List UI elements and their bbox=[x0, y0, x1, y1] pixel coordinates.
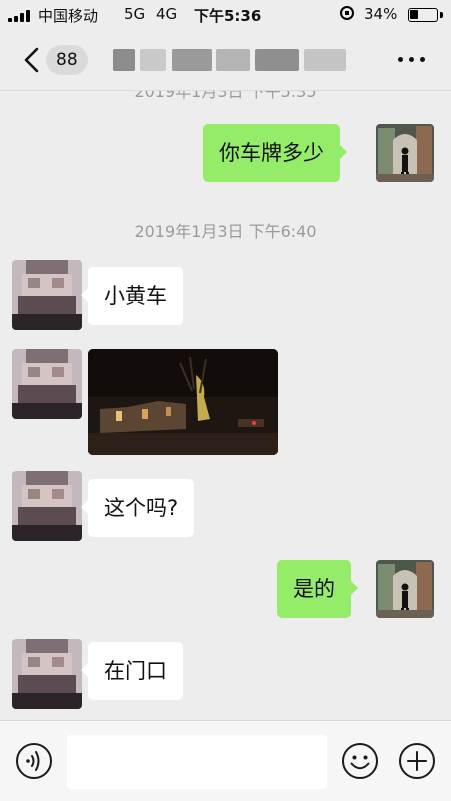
chat-header: 88 bbox=[0, 30, 451, 91]
signal-strength-icon bbox=[8, 10, 32, 22]
contact-avatar[interactable] bbox=[12, 260, 82, 330]
my-avatar[interactable] bbox=[376, 560, 434, 618]
network-type-4g: 4G bbox=[156, 5, 178, 23]
incoming-message-bubble[interactable]: 这个吗? bbox=[80, 479, 195, 537]
chevron-left-icon[interactable] bbox=[20, 46, 46, 74]
message-timestamp: 2019年1月3日 下午6:40 bbox=[134, 222, 317, 241]
outgoing-message-bubble[interactable]: 你车牌多少 bbox=[203, 124, 347, 182]
message-timestamp: 2019年1月3日 下午5:35 bbox=[134, 90, 317, 101]
plus-icon[interactable] bbox=[398, 742, 436, 780]
battery-icon bbox=[408, 8, 438, 22]
more-dots-icon[interactable] bbox=[398, 57, 428, 63]
status-bar: 中国移动 5G 4G 下午5:36 34% bbox=[0, 0, 451, 30]
voice-icon[interactable] bbox=[15, 742, 53, 780]
contact-avatar[interactable] bbox=[12, 349, 82, 419]
battery-level bbox=[410, 10, 418, 19]
contact-avatar[interactable] bbox=[12, 639, 82, 709]
battery-percent: 34% bbox=[364, 5, 398, 23]
outgoing-message-bubble[interactable]: 是的 bbox=[277, 560, 358, 618]
contact-avatar[interactable] bbox=[12, 471, 82, 541]
image-message[interactable] bbox=[88, 349, 278, 455]
my-avatar[interactable] bbox=[376, 124, 434, 182]
message-input[interactable] bbox=[67, 735, 327, 789]
status-time: 下午5:36 bbox=[194, 7, 262, 25]
message-list[interactable]: 2019年1月3日 下午5:35 你车牌多少 2019年1月3日 下午6:40 … bbox=[0, 90, 451, 720]
emoji-icon[interactable] bbox=[341, 742, 379, 780]
battery-tip bbox=[440, 12, 443, 18]
unread-count-badge[interactable]: 88 bbox=[46, 45, 88, 75]
carrier-name: 中国移动 bbox=[38, 7, 99, 25]
incoming-message-bubble[interactable]: 小黄车 bbox=[81, 267, 183, 325]
network-type-5g: 5G bbox=[124, 5, 146, 23]
incoming-message-bubble[interactable]: 在门口 bbox=[81, 642, 183, 700]
orientation-lock-icon bbox=[340, 6, 354, 20]
chat-input-bar bbox=[0, 720, 451, 801]
